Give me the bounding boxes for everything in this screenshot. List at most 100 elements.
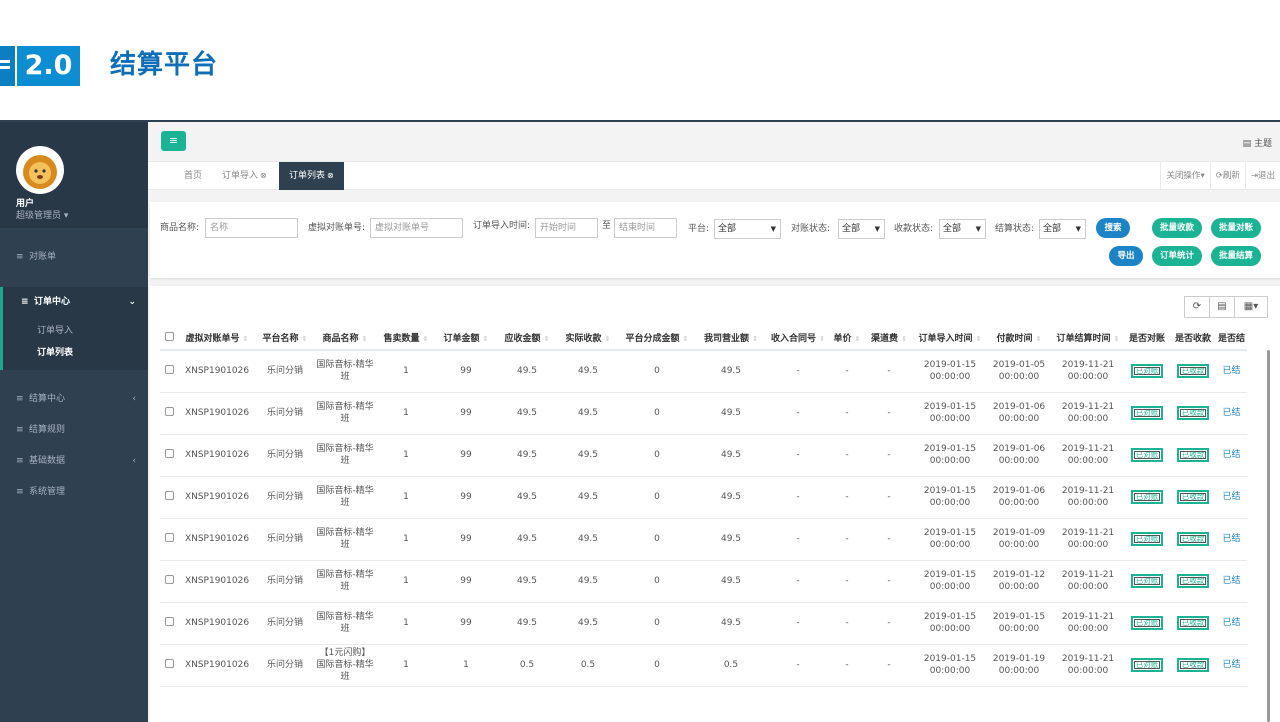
checkbox[interactable] bbox=[164, 331, 174, 341]
product-input[interactable]: 名称 bbox=[205, 218, 298, 238]
table-row[interactable]: XNSP1901026 乐问分销 国际音标-精华班 1 99 49.5 49.5 0 49.5-… bbox=[160, 518, 1248, 561]
table-row[interactable]: XNSP1901026 乐问分销 国际音标-精华班 1 99 49.5 49.5 0 49.5-… bbox=[160, 350, 1248, 393]
sidebar-subitem-order-list[interactable]: 订单列表 bbox=[3, 342, 148, 364]
column-header[interactable]: 应收金额 ⇕ bbox=[496, 326, 558, 351]
column-header[interactable]: 是否对账 bbox=[1124, 326, 1170, 351]
receipt-status-tag[interactable]: 已收款 bbox=[1176, 448, 1210, 462]
column-header[interactable]: 单价 ⇕ bbox=[830, 326, 864, 351]
columns-dropdown-button[interactable]: ▦▾ bbox=[1234, 296, 1268, 318]
recon-status-tag[interactable]: 已对账 bbox=[1130, 406, 1164, 420]
start-time-input[interactable]: 开始时间 bbox=[535, 218, 598, 238]
checkbox[interactable] bbox=[164, 574, 174, 584]
column-header[interactable]: 订单金额 ⇕ bbox=[436, 326, 496, 351]
close-icon[interactable]: ⊗ bbox=[327, 171, 334, 180]
column-header[interactable]: 订单导入时间 ⇕ bbox=[914, 326, 986, 351]
column-header[interactable]: 实际收款 ⇕ bbox=[558, 326, 618, 351]
sidebar-item-base-data[interactable]: ≡ 基础数据 ‹ bbox=[0, 446, 148, 477]
column-header[interactable]: 商品名称 ⇕ bbox=[314, 326, 376, 351]
recon-status-tag[interactable]: 已对账 bbox=[1130, 364, 1164, 379]
receipt-status-tag[interactable]: 已收款 bbox=[1176, 490, 1210, 504]
sidebar-subitem-order-import[interactable]: 订单导入 bbox=[3, 320, 148, 342]
sidebar-item-order-center[interactable]: ≡ 订单中心 ⌄ bbox=[0, 287, 148, 318]
checkbox[interactable] bbox=[164, 616, 174, 626]
settle-status-link[interactable]: 已结 bbox=[1223, 366, 1241, 376]
column-header[interactable]: 平台分成金额 ⇕ bbox=[618, 326, 696, 351]
vertical-scrollbar[interactable] bbox=[1267, 350, 1270, 722]
checkbox[interactable] bbox=[164, 406, 174, 416]
settle-status-link[interactable]: 已结 bbox=[1223, 450, 1241, 460]
tab-home[interactable]: 首页 bbox=[184, 162, 202, 190]
refresh-button[interactable]: ⟳刷新 bbox=[1209, 162, 1245, 190]
column-header[interactable]: 付款时间 ⇕ bbox=[986, 326, 1052, 351]
recon-status-tag[interactable]: 已对账 bbox=[1130, 616, 1164, 630]
settle-status-link[interactable]: 已结 bbox=[1223, 408, 1241, 418]
checkbox[interactable] bbox=[164, 490, 174, 500]
recon-status-tag[interactable]: 已对账 bbox=[1130, 574, 1164, 588]
recon-status-tag[interactable]: 已对账 bbox=[1130, 658, 1164, 672]
table-row[interactable]: XNSP1901026 乐问分销 国际音标-精华班 1 99 49.5 49.5 0 49.5-… bbox=[160, 602, 1248, 645]
tab-order-import[interactable]: 订单导入 ⊗ bbox=[222, 162, 267, 190]
batch-settle-button[interactable]: 批量结算 bbox=[1211, 246, 1261, 266]
receipt-status-tag[interactable]: 已收款 bbox=[1176, 616, 1210, 630]
row-checkbox-cell[interactable] bbox=[160, 560, 178, 603]
column-header[interactable]: 是否收款 bbox=[1170, 326, 1216, 351]
table-row[interactable]: XNSP1901026 乐问分销 国际音标-精华班 1 99 49.5 49.5 0 49.5-… bbox=[160, 476, 1248, 519]
column-header[interactable]: 渠道费 ⇕ bbox=[864, 326, 914, 351]
checkbox[interactable] bbox=[164, 532, 174, 542]
settle-status-link[interactable]: 已结 bbox=[1223, 618, 1241, 628]
refresh-table-button[interactable]: ⟳ bbox=[1184, 296, 1210, 318]
avatar[interactable] bbox=[16, 146, 64, 194]
theme-button[interactable]: ▤ 主题 bbox=[1243, 136, 1272, 149]
table-row[interactable]: XNSP1901026 乐问分销 国际音标-精华班 1 99 49.5 49.5 0 49.5-… bbox=[160, 434, 1248, 477]
row-checkbox-cell[interactable] bbox=[160, 392, 178, 435]
column-header[interactable]: 售卖数量 ⇕ bbox=[376, 326, 436, 351]
settle-status-link[interactable]: 已结 bbox=[1223, 534, 1241, 544]
settle-status-link[interactable]: 已结 bbox=[1223, 492, 1241, 502]
column-header[interactable]: 虚拟对账单号 ⇕ bbox=[178, 326, 256, 351]
checkbox[interactable] bbox=[164, 364, 174, 374]
row-checkbox-cell[interactable] bbox=[160, 644, 178, 687]
logout-button[interactable]: ⇥退出 bbox=[1244, 162, 1280, 190]
recon-status-select[interactable]: 全部 ▼ bbox=[838, 219, 885, 239]
end-time-input[interactable]: 结束时间 bbox=[614, 218, 677, 238]
settle-status-link[interactable]: 已结 bbox=[1223, 576, 1241, 586]
user-role-dropdown[interactable]: 超级管理员 ▾ bbox=[16, 208, 68, 221]
sidebar-item-reconciliation[interactable]: ≡ 对账单 bbox=[0, 242, 148, 273]
sidebar-item-settlement-rules[interactable]: ≡ 结算规则 bbox=[0, 415, 148, 446]
row-checkbox-cell[interactable] bbox=[160, 518, 178, 561]
receipt-status-tag[interactable]: 已收款 bbox=[1176, 658, 1210, 672]
recon-status-tag[interactable]: 已对账 bbox=[1130, 448, 1164, 462]
receipt-status-tag[interactable]: 已收款 bbox=[1176, 406, 1210, 420]
recon-status-tag[interactable]: 已对账 bbox=[1130, 532, 1164, 546]
recon-status-tag[interactable]: 已对账 bbox=[1130, 490, 1164, 504]
batch-receipt-button[interactable]: 批量收款 bbox=[1152, 218, 1202, 238]
sidebar-item-settlement-center[interactable]: ≡ 结算中心 ‹ bbox=[0, 384, 148, 415]
close-icon[interactable]: ⊗ bbox=[260, 171, 267, 180]
platform-select[interactable]: 全部 ▼ bbox=[714, 219, 781, 239]
export-button[interactable]: 导出 bbox=[1109, 246, 1143, 266]
row-checkbox-cell[interactable] bbox=[160, 476, 178, 519]
column-header[interactable]: 是否结 bbox=[1216, 326, 1248, 351]
column-header[interactable]: 订单结算时间 ⇕ bbox=[1052, 326, 1124, 351]
close-operations-dropdown[interactable]: 关闭操作▾ bbox=[1160, 162, 1209, 190]
menu-toggle-button[interactable]: ≡ bbox=[161, 131, 186, 151]
virtual-no-input[interactable]: 虚拟对账单号 bbox=[370, 218, 463, 238]
toggle-view-button[interactable]: ▤ bbox=[1209, 296, 1235, 318]
table-row[interactable]: XNSP1901026 乐问分销 国际音标-精华班 1 99 49.5 49.5 0 49.5-… bbox=[160, 392, 1248, 435]
checkbox[interactable] bbox=[164, 448, 174, 458]
sidebar-item-system[interactable]: ≡ 系统管理 bbox=[0, 477, 148, 508]
search-button[interactable]: 搜索 bbox=[1096, 218, 1130, 238]
column-header[interactable]: 收入合同号 ⇕ bbox=[766, 326, 830, 351]
receipt-status-tag[interactable]: 已收款 bbox=[1176, 532, 1210, 546]
receipt-status-tag[interactable]: 已收款 bbox=[1176, 364, 1210, 379]
tab-order-list[interactable]: 订单列表 ⊗ bbox=[279, 162, 344, 190]
order-stats-button[interactable]: 订单统计 bbox=[1152, 246, 1202, 266]
column-header[interactable]: 我司营业额 ⇕ bbox=[696, 326, 766, 351]
receipt-status-select[interactable]: 全部 ▼ bbox=[939, 219, 986, 239]
settle-status-select[interactable]: 全部 ▼ bbox=[1039, 219, 1086, 239]
settle-status-link[interactable]: 已结 bbox=[1223, 660, 1241, 670]
batch-recon-button[interactable]: 批量对账 bbox=[1211, 218, 1261, 238]
row-checkbox-cell[interactable] bbox=[160, 602, 178, 645]
receipt-status-tag[interactable]: 已收款 bbox=[1176, 574, 1210, 588]
row-checkbox-cell[interactable] bbox=[160, 434, 178, 477]
